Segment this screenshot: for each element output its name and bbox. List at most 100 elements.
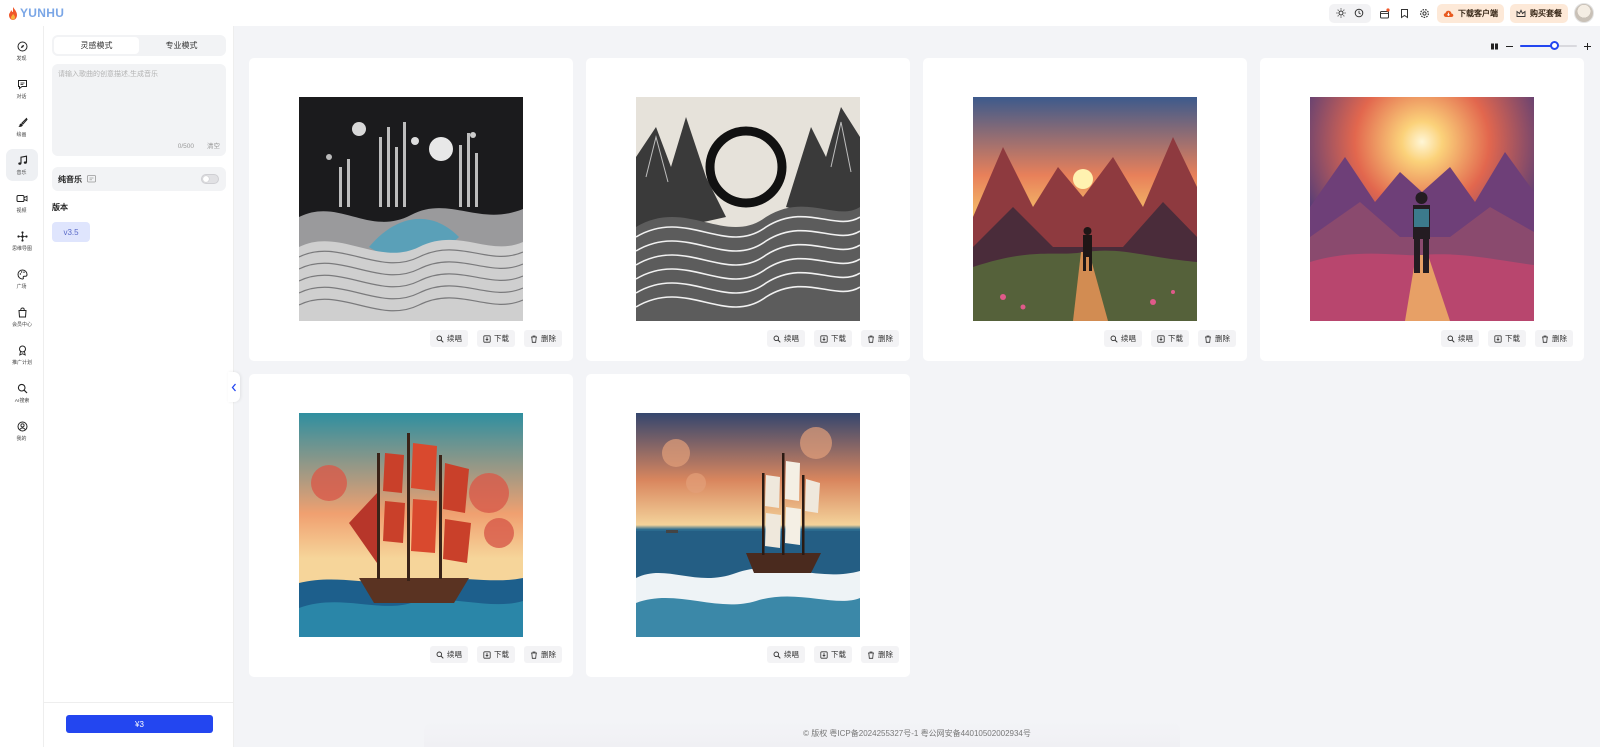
music-icon: [17, 155, 27, 165]
gear-icon[interactable]: [1417, 6, 1431, 20]
delete-button[interactable]: 删除: [861, 330, 899, 347]
rail-item-discover[interactable]: 发现: [6, 35, 38, 67]
download-button[interactable]: 下载: [1488, 330, 1526, 347]
top-actions: 下载客户端 购买套餐: [1329, 2, 1594, 24]
music-settings-panel: 灵感模式 专业模式 0/500 清空 纯音乐 版本 v3.5 ¥3: [44, 26, 234, 747]
trash-icon: [531, 335, 537, 343]
logo[interactable]: YUNHU: [8, 6, 64, 20]
rail-item-music[interactable]: 音乐: [6, 149, 38, 181]
version-select[interactable]: v3.5: [52, 222, 90, 242]
card-actions: 续唱 下载 删除: [1104, 330, 1236, 347]
user-icon: [17, 421, 27, 431]
clear-button[interactable]: 清空: [207, 140, 220, 150]
download-client-button[interactable]: 下载客户端: [1437, 3, 1504, 23]
download-icon: [1157, 334, 1165, 343]
panel-footer: ¥3: [44, 702, 234, 747]
cover-image[interactable]: [636, 413, 860, 637]
bookmark-icon[interactable]: [1397, 6, 1411, 20]
cover-image[interactable]: [299, 97, 523, 321]
continue-button[interactable]: 续唱: [1441, 330, 1479, 347]
tab-pro-mode[interactable]: 专业模式: [139, 37, 224, 54]
video-icon: [16, 194, 28, 202]
mindmap-icon: [16, 230, 28, 242]
download-client-label: 下载客户端: [1458, 8, 1498, 18]
tab-inspiration-mode[interactable]: 灵感模式: [54, 37, 139, 54]
continue-button[interactable]: 续唱: [767, 330, 805, 347]
continue-button[interactable]: 续唱: [1104, 330, 1142, 347]
magic-search-icon: [773, 335, 781, 343]
rail-item-video[interactable]: 视频: [6, 187, 38, 219]
cover-image[interactable]: [299, 413, 523, 637]
download-button[interactable]: 下载: [814, 330, 852, 347]
char-counter: 0/500: [177, 143, 194, 150]
chevron-left-icon: [231, 383, 236, 391]
music-card[interactable]: 续唱 下载 删除: [1260, 58, 1584, 361]
user-avatar[interactable]: [1574, 3, 1594, 23]
bag-icon: [17, 307, 27, 317]
music-card[interactable]: 续唱 下载 删除: [923, 58, 1247, 361]
song-description-input[interactable]: [58, 69, 218, 129]
delete-button[interactable]: 删除: [524, 330, 562, 347]
rail-item-promotion[interactable]: 推广计划: [6, 339, 38, 371]
chat-icon: [17, 79, 27, 90]
zoom-slider-thumb[interactable]: [1550, 41, 1560, 50]
top-bar: YUNHU 下载客户端 购买套餐: [0, 0, 1600, 26]
buy-plan-button[interactable]: 购买套餐: [1510, 3, 1568, 23]
rail-item-ai-search[interactable]: AI搜索: [6, 377, 38, 409]
music-card[interactable]: 续唱 下载 删除: [249, 58, 573, 361]
flame-logo-icon: [9, 6, 17, 20]
magic-search-icon: [436, 335, 444, 343]
music-card[interactable]: 续唱 下载 删除: [586, 58, 910, 361]
download-icon: [483, 334, 491, 343]
delete-button[interactable]: 删除: [1535, 330, 1573, 347]
rail-item-membership[interactable]: 会员中心: [6, 301, 38, 333]
magic-search-icon: [1447, 335, 1455, 343]
info-icon[interactable]: [87, 175, 96, 183]
rail-item-chat[interactable]: 对话: [6, 73, 38, 105]
download-button[interactable]: 下载: [477, 646, 515, 663]
delete-button[interactable]: 删除: [1198, 330, 1236, 347]
zoom-slider-fill: [1520, 45, 1555, 47]
generate-button[interactable]: ¥3: [66, 715, 213, 733]
card-actions: 续唱 下载 删除: [767, 646, 899, 663]
zoom-out-icon[interactable]: [1505, 42, 1514, 51]
music-card[interactable]: 续唱 下载 删除: [249, 374, 573, 677]
gift-icon[interactable]: [1377, 6, 1391, 20]
grid-view-icon[interactable]: [1490, 42, 1499, 51]
cloud-download-icon: [1443, 10, 1454, 17]
card-actions: 续唱 下载 删除: [1441, 330, 1573, 347]
footer-copyright: © 版权 粤ICP备2024255327号-1 粤公网安备44010502002…: [234, 719, 1600, 747]
cover-image[interactable]: [1310, 97, 1534, 321]
theme-toggle[interactable]: [1329, 3, 1371, 23]
delete-button[interactable]: 删除: [524, 646, 562, 663]
buy-plan-label: 购买套餐: [1530, 8, 1562, 18]
music-card[interactable]: 续唱 下载 删除: [586, 374, 910, 677]
collapse-panel-button[interactable]: [228, 372, 240, 402]
clock-icon[interactable]: [1352, 6, 1366, 20]
trash-icon: [1205, 335, 1211, 343]
continue-button[interactable]: 续唱: [430, 330, 468, 347]
delete-button[interactable]: 删除: [861, 646, 899, 663]
logo-text: YUNHU: [20, 6, 65, 20]
download-button[interactable]: 下载: [814, 646, 852, 663]
rail-item-plaza[interactable]: 广场: [6, 263, 38, 295]
compass-icon: [17, 41, 27, 51]
zoom-slider[interactable]: [1520, 40, 1577, 52]
download-button[interactable]: 下载: [477, 330, 515, 347]
mode-tabs: 灵感模式 专业模式: [52, 35, 226, 56]
rail-item-paint[interactable]: 绘画: [6, 111, 38, 143]
magic-search-icon: [1110, 335, 1118, 343]
crown-icon: [1516, 8, 1526, 17]
zoom-in-icon[interactable]: [1583, 42, 1592, 51]
sun-icon[interactable]: [1334, 6, 1348, 20]
cover-image[interactable]: [973, 97, 1197, 321]
magic-search-icon: [773, 651, 781, 659]
rail-item-mine[interactable]: 我的: [6, 415, 38, 447]
continue-button[interactable]: 续唱: [767, 646, 805, 663]
continue-button[interactable]: 续唱: [430, 646, 468, 663]
cover-image[interactable]: [636, 97, 860, 321]
pure-music-toggle[interactable]: [201, 174, 219, 184]
rail-item-mindmap[interactable]: 思维导图: [6, 225, 38, 257]
download-button[interactable]: 下载: [1151, 330, 1189, 347]
card-actions: 续唱 下载 删除: [430, 330, 562, 347]
